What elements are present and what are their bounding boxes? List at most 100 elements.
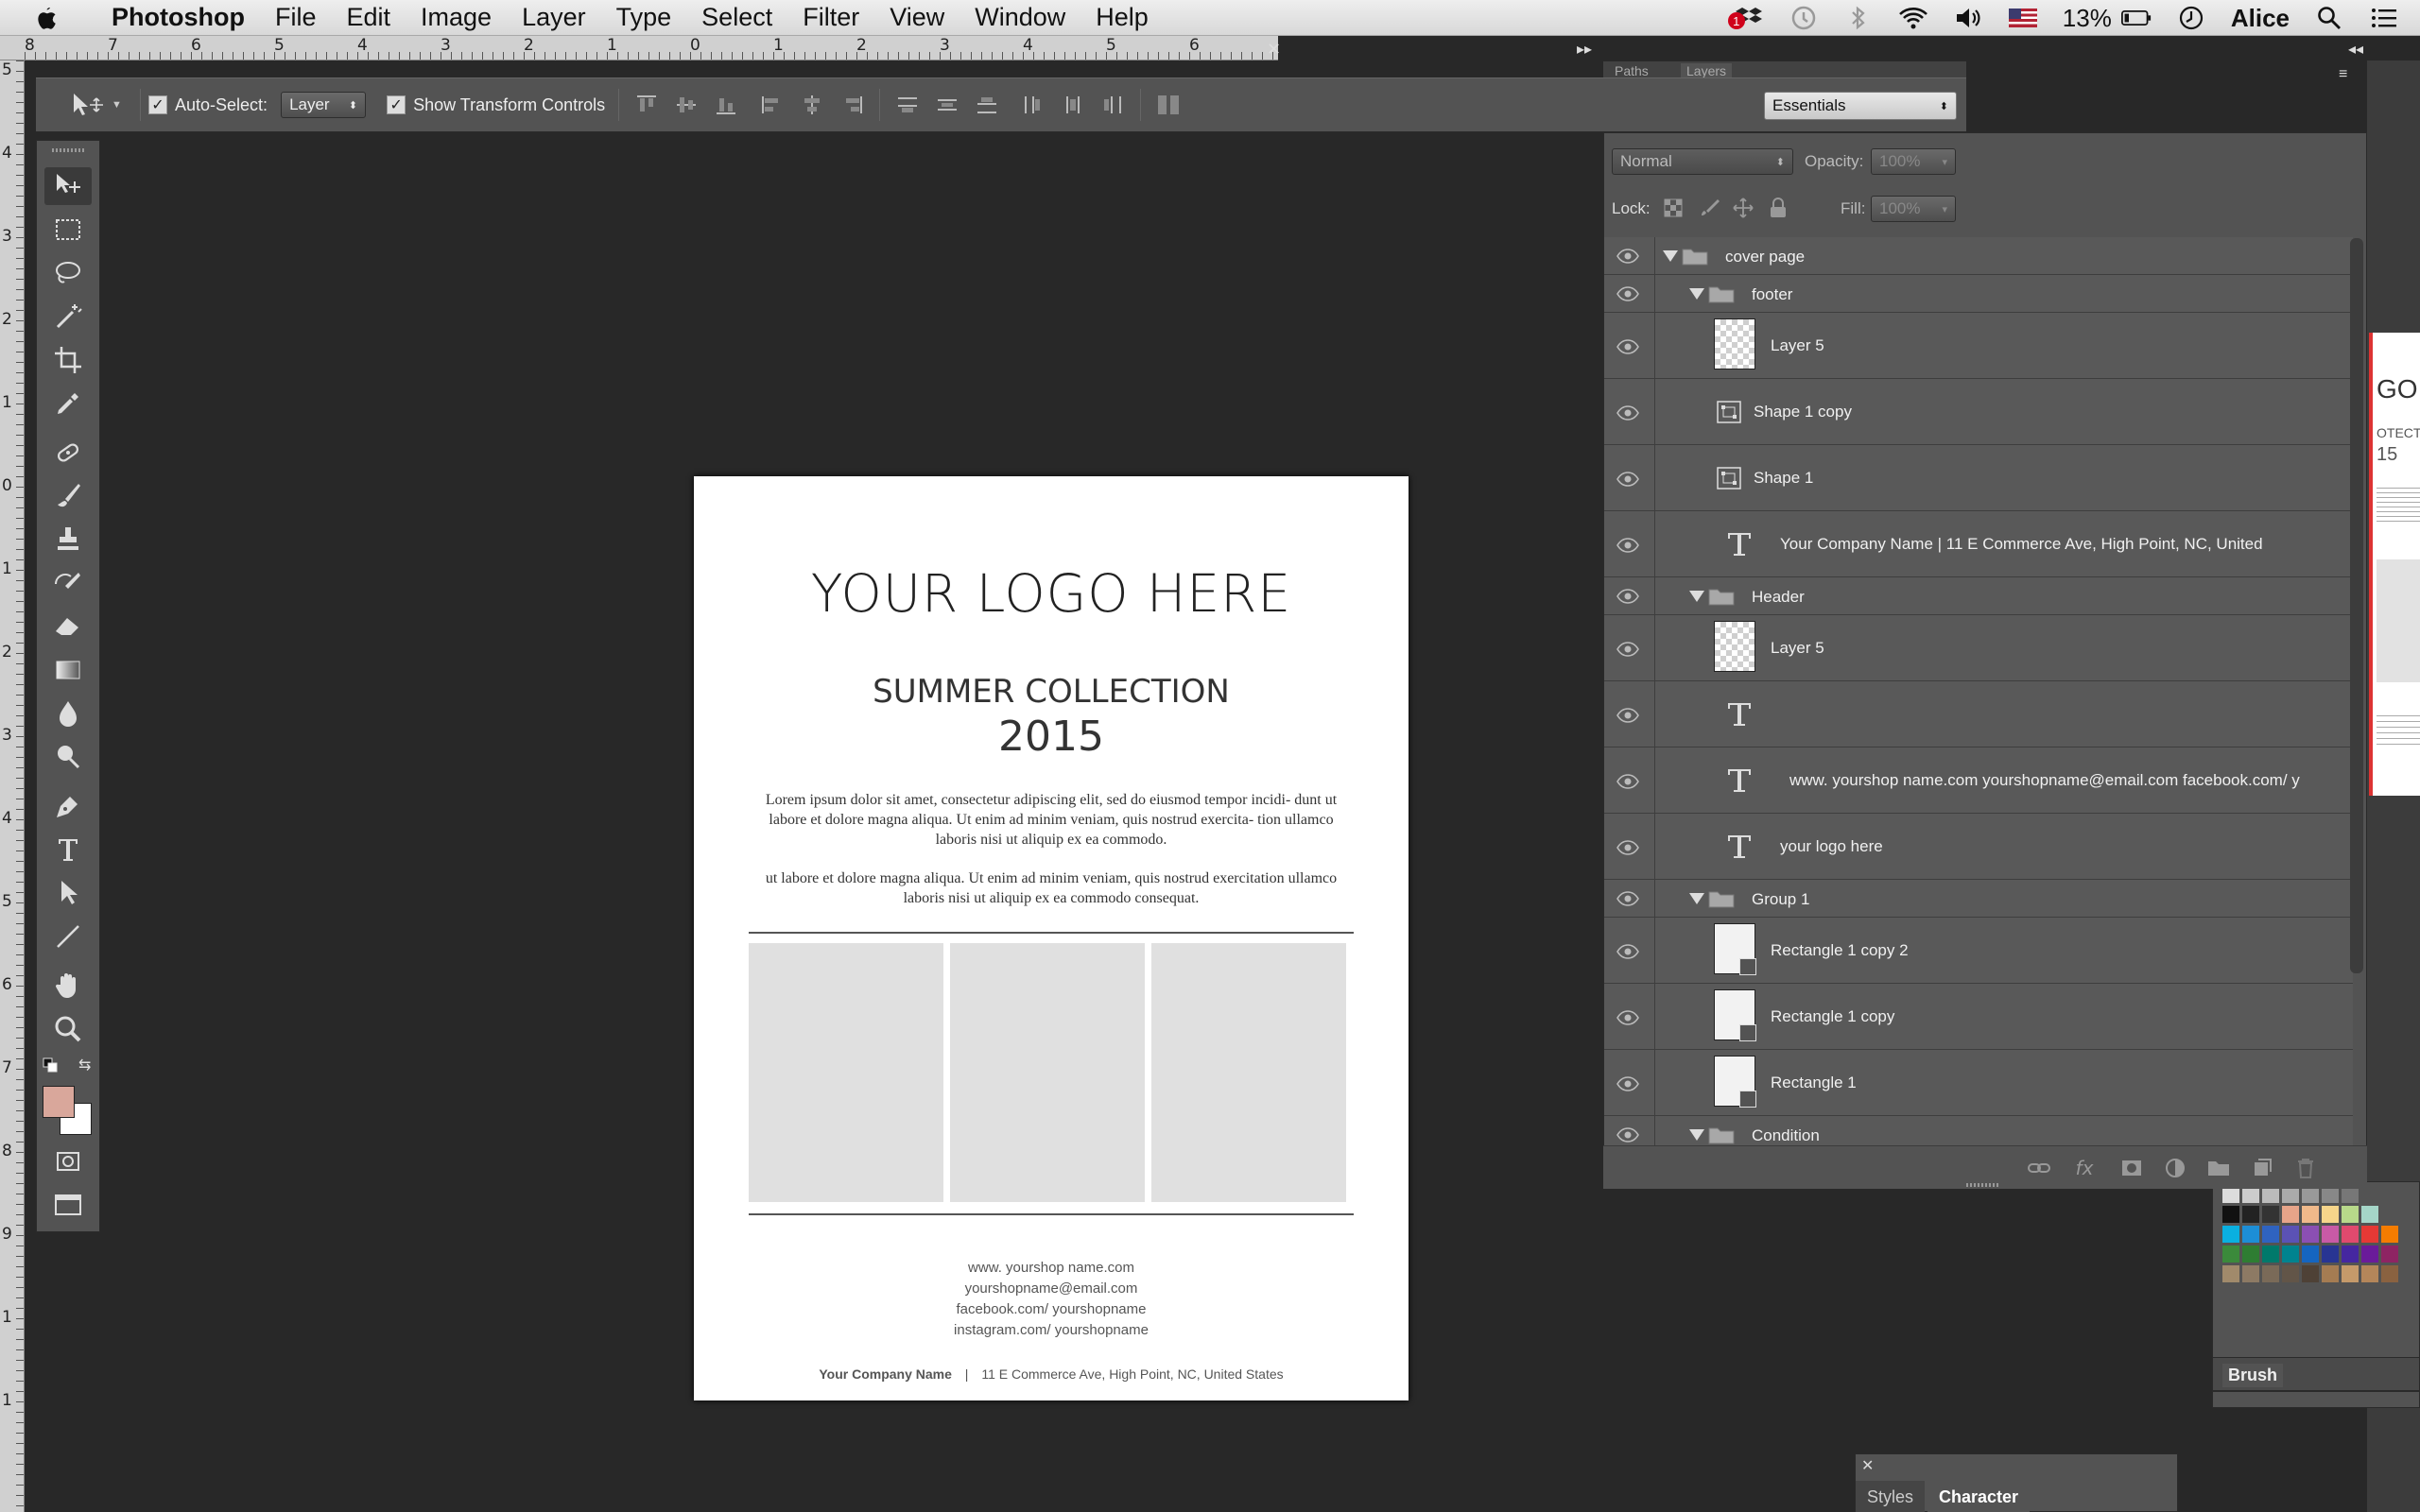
rectangular-marquee-tool-icon[interactable] xyxy=(44,211,92,249)
toolbox-grip[interactable] xyxy=(52,148,84,152)
dodge-tool-icon[interactable] xyxy=(44,738,92,776)
eye-icon[interactable] xyxy=(1616,337,1640,356)
eye-icon[interactable] xyxy=(1616,404,1640,422)
eye-icon[interactable] xyxy=(1616,706,1640,725)
eye-icon[interactable] xyxy=(1616,640,1640,659)
tab-styles[interactable]: Styles xyxy=(1856,1481,1926,1512)
image-placeholder-3[interactable] xyxy=(1151,943,1346,1202)
us-flag-icon[interactable] xyxy=(2008,5,2038,31)
quick-mask-icon[interactable] xyxy=(44,1143,92,1180)
gradient-tool-icon[interactable] xyxy=(44,651,92,689)
layer-row-group-1[interactable]: Group 1 xyxy=(1604,880,2353,918)
color-swatch[interactable] xyxy=(2222,1206,2239,1223)
distribute-vertical-centers-icon[interactable] xyxy=(934,93,960,117)
contact-facebook[interactable]: facebook.com/ yourshopname xyxy=(694,1301,1409,1317)
opacity-field[interactable]: 100% ▾ xyxy=(1871,148,1956,175)
default-colors-icon[interactable] xyxy=(43,1057,58,1073)
color-swatch[interactable] xyxy=(2242,1246,2259,1263)
close-panel-icon[interactable]: ✕ xyxy=(1861,1456,1874,1475)
move-tool-icon[interactable] xyxy=(44,167,92,205)
contact-email[interactable]: yourshopname@email.com xyxy=(694,1280,1409,1297)
tab-paths[interactable]: Paths xyxy=(1615,63,1649,77)
history-brush-tool-icon[interactable] xyxy=(44,564,92,602)
layer-row-shape-1-copy[interactable]: Shape 1 copy xyxy=(1604,379,2353,445)
collection-title[interactable]: SUMMER COLLECTION xyxy=(694,673,1409,711)
workspace-switcher[interactable]: Essentials ⬍ xyxy=(1764,92,1957,120)
company-line[interactable]: Your Company Name | 11 E Commerce Ave, H… xyxy=(694,1366,1409,1382)
color-swatch[interactable] xyxy=(2342,1265,2359,1282)
color-swatch[interactable] xyxy=(2361,1265,2378,1282)
layers-scrollbar[interactable] xyxy=(2350,238,2363,973)
eye-icon[interactable] xyxy=(1616,284,1640,303)
layer-row-company-text[interactable]: Your Company Name | 11 E Commerce Ave, H… xyxy=(1604,511,2353,577)
add-mask-icon[interactable] xyxy=(2119,1158,2144,1178)
spot-healing-brush-tool-icon[interactable] xyxy=(44,434,92,472)
align-vertical-centers-icon[interactable] xyxy=(673,93,700,117)
menu-view[interactable]: View xyxy=(874,3,959,32)
align-bottom-edges-icon[interactable] xyxy=(713,93,739,117)
color-swatch[interactable] xyxy=(2282,1206,2299,1223)
type-tool-icon[interactable] xyxy=(44,831,92,868)
image-placeholder-1[interactable] xyxy=(749,943,943,1202)
zoom-tool-icon[interactable] xyxy=(44,1010,92,1048)
tab-character[interactable]: Character xyxy=(1927,1481,2031,1512)
auto-align-layers-icon[interactable] xyxy=(1155,93,1182,117)
image-placeholder-2[interactable] xyxy=(950,943,1145,1202)
eye-icon[interactable] xyxy=(1616,1125,1640,1144)
new-group-icon[interactable] xyxy=(2206,1158,2231,1178)
color-swatch[interactable] xyxy=(2322,1206,2339,1223)
logo-text[interactable]: YOUR LOGO HERE xyxy=(694,563,1409,624)
contact-website[interactable]: www. yourshop name.com xyxy=(694,1260,1409,1276)
color-swatch[interactable] xyxy=(2242,1206,2259,1223)
bluetooth-icon[interactable] xyxy=(1843,5,1874,31)
pen-tool-icon[interactable] xyxy=(44,787,92,825)
lock-transparent-icon[interactable] xyxy=(1663,198,1684,223)
color-swatch[interactable] xyxy=(2242,1226,2259,1243)
menu-type[interactable]: Type xyxy=(601,3,687,32)
tab-brush[interactable]: Brush xyxy=(2222,1364,2284,1387)
color-swatch[interactable] xyxy=(2361,1246,2378,1263)
menu-edit[interactable]: Edit xyxy=(332,3,406,32)
lock-pixels-icon[interactable] xyxy=(1699,198,1720,223)
color-swatch[interactable] xyxy=(2322,1226,2339,1243)
volume-icon[interactable] xyxy=(1953,5,1983,31)
document-canvas[interactable]: YOUR LOGO HERE SUMMER COLLECTION 2015 Lo… xyxy=(694,476,1409,1400)
wifi-icon[interactable] xyxy=(1898,5,1928,31)
menu-image[interactable]: Image xyxy=(406,3,507,32)
eye-icon[interactable] xyxy=(1616,247,1640,266)
layer-row-shape-1[interactable]: Shape 1 xyxy=(1604,445,2353,511)
magic-wand-tool-icon[interactable] xyxy=(44,298,92,335)
lock-all-icon[interactable] xyxy=(1769,198,1788,223)
time-machine-icon[interactable] xyxy=(1789,5,1819,31)
dock-collapse-icon[interactable]: ◂◂ xyxy=(2348,40,2363,59)
blend-mode-dropdown[interactable]: Normal ⬍ xyxy=(1612,148,1793,175)
adjustment-layer-icon[interactable] xyxy=(2163,1158,2187,1178)
color-swatch[interactable] xyxy=(2322,1265,2339,1282)
disclosure-triangle-icon[interactable] xyxy=(1689,591,1704,602)
disclosure-triangle-icon[interactable] xyxy=(1689,1129,1704,1141)
menu-help[interactable]: Help xyxy=(1080,3,1164,32)
screen-mode-icon[interactable] xyxy=(44,1186,92,1224)
disclosure-triangle-icon[interactable] xyxy=(1689,893,1704,904)
color-swatch[interactable] xyxy=(2381,1265,2398,1282)
brush-tool-icon[interactable] xyxy=(44,477,92,515)
hand-tool-icon[interactable] xyxy=(44,967,92,1005)
eye-icon[interactable] xyxy=(1616,1008,1640,1027)
menu-file[interactable]: File xyxy=(260,3,332,32)
color-swatch[interactable] xyxy=(2222,1265,2239,1282)
blur-tool-icon[interactable] xyxy=(44,695,92,732)
align-horizontal-centers-icon[interactable] xyxy=(799,93,825,117)
eyedropper-tool-icon[interactable] xyxy=(44,385,92,422)
color-swatch[interactable] xyxy=(2282,1265,2299,1282)
eye-icon[interactable] xyxy=(1616,470,1640,489)
apple-menu-icon[interactable] xyxy=(0,0,91,36)
clock-icon[interactable] xyxy=(2176,5,2206,31)
color-swatch[interactable] xyxy=(2262,1226,2279,1243)
menu-layer[interactable]: Layer xyxy=(507,3,601,32)
color-swatch[interactable] xyxy=(2342,1226,2359,1243)
color-swatch[interactable] xyxy=(2322,1246,2339,1263)
color-swatch[interactable] xyxy=(2302,1265,2319,1282)
color-swatch[interactable] xyxy=(2302,1206,2319,1223)
align-top-edges-icon[interactable] xyxy=(633,93,660,117)
panel-menu-icon[interactable]: ≡ xyxy=(2339,66,2347,83)
